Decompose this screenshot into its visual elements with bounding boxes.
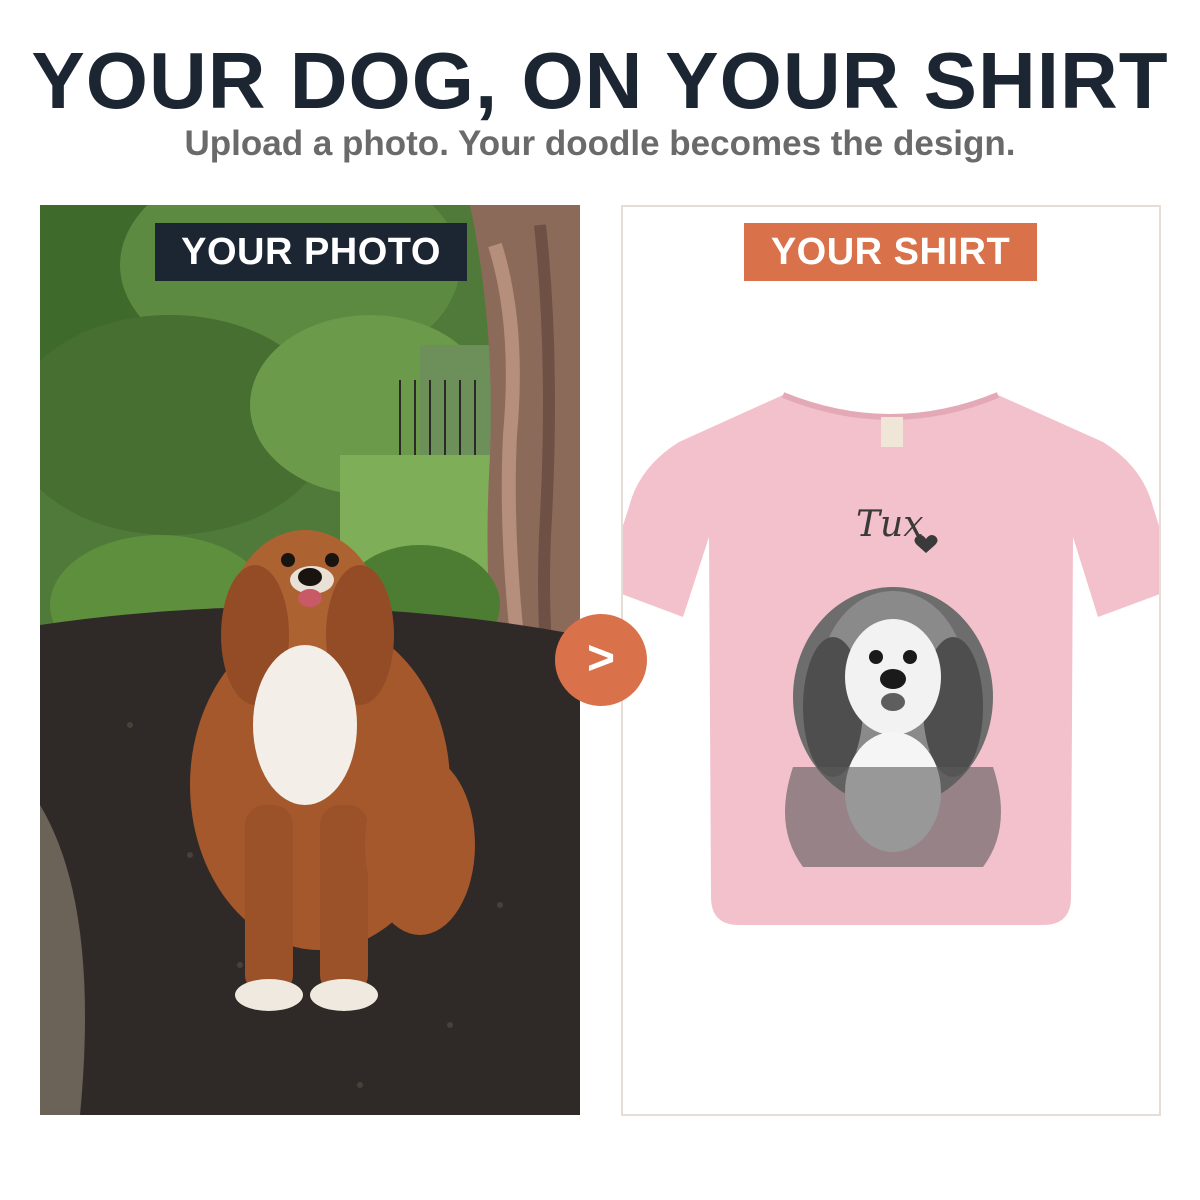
tshirt-illustration xyxy=(623,392,1159,925)
your-shirt-label: YOUR SHIRT xyxy=(744,223,1037,281)
page-title: YOUR DOG, ON YOUR SHIRT xyxy=(31,36,1169,125)
next-arrow-button[interactable]: > xyxy=(555,614,647,706)
page-subtitle: Upload a photo. Your doodle becomes the … xyxy=(184,124,1016,163)
dog-photo xyxy=(40,205,580,1115)
shirt-print-name: Tux xyxy=(856,504,924,545)
your-photo-label: YOUR PHOTO xyxy=(155,223,467,281)
shirt-preview-panel xyxy=(621,205,1161,1116)
dog-photo-illustration xyxy=(40,205,580,1115)
